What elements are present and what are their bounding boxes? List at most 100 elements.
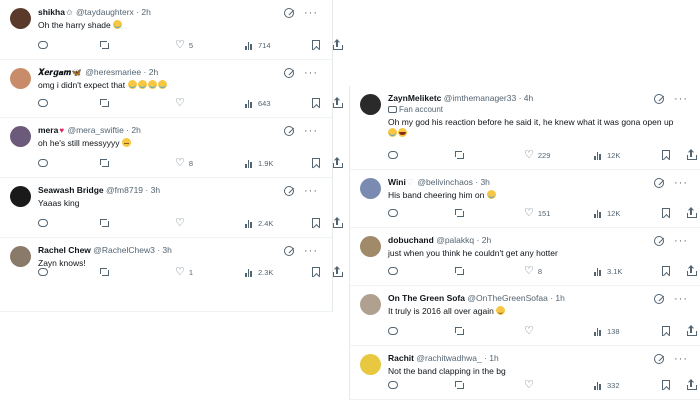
timestamp[interactable]: 1h xyxy=(489,353,498,363)
more-options-icon[interactable]: ··· xyxy=(304,8,318,19)
author-name[interactable]: Seawash Bridge xyxy=(38,185,104,195)
share-button[interactable] xyxy=(686,207,697,219)
author-handle[interactable]: @belivinchaos xyxy=(417,177,472,187)
reply-button[interactable] xyxy=(388,207,398,219)
retweet-button[interactable] xyxy=(454,325,465,337)
views-button[interactable]: 12K xyxy=(594,207,620,219)
bookmark-button[interactable] xyxy=(312,217,320,229)
reply-tweet[interactable]: dobuchand @palakkq · 2h ··· just when you … xyxy=(350,228,700,286)
views-button[interactable]: 3.1K xyxy=(594,265,622,277)
timestamp[interactable]: 4h xyxy=(524,93,533,103)
views-button[interactable]: 138 xyxy=(594,325,620,337)
avatar[interactable] xyxy=(10,126,31,147)
author-handle[interactable]: @palakkq xyxy=(436,235,474,245)
author-name[interactable]: Rachit xyxy=(388,353,414,363)
avatar[interactable] xyxy=(10,186,31,207)
views-button[interactable]: 643 xyxy=(245,97,271,109)
like-button[interactable]: ♡ 5 xyxy=(175,39,193,51)
avatar[interactable] xyxy=(360,294,381,315)
share-button[interactable] xyxy=(686,379,697,391)
author-handle[interactable]: @heresmariee xyxy=(85,67,141,77)
reply-tweet[interactable]: ZaynMeliketc @imthemanager33 · 4h ··· Fan … xyxy=(350,86,700,170)
like-button[interactable]: ♡ xyxy=(524,325,534,337)
retweet-button[interactable] xyxy=(99,39,110,51)
like-button[interactable]: ♡ 229 xyxy=(524,149,550,161)
author-name[interactable]: dobuchand xyxy=(388,235,434,245)
avatar[interactable] xyxy=(10,68,31,89)
author-handle[interactable]: @imthemanager33 xyxy=(444,93,516,103)
like-button[interactable]: ♡ 1 xyxy=(175,266,193,278)
author-handle[interactable]: @mera_swiftie xyxy=(67,125,123,135)
reply-button[interactable] xyxy=(388,325,398,337)
timestamp[interactable]: 2h xyxy=(482,235,491,245)
reply-button[interactable] xyxy=(388,265,398,277)
timestamp[interactable]: 3h xyxy=(480,177,489,187)
author-handle[interactable]: @RachelChew3 xyxy=(93,245,155,255)
reply-button[interactable] xyxy=(388,379,398,391)
like-button[interactable]: ♡ 151 xyxy=(524,207,550,219)
author-name[interactable]: 𝑿𝒆𝒓𝒈𝒂𝒎 xyxy=(38,67,71,77)
timestamp[interactable]: 3h xyxy=(162,245,171,255)
timestamp[interactable]: 2h xyxy=(141,7,150,17)
retweet-button[interactable] xyxy=(99,266,110,278)
reply-tweet[interactable]: mera♥ @mera_swiftie · 2h ··· oh he's still… xyxy=(0,118,343,178)
author-name[interactable]: shikha xyxy=(38,7,65,17)
share-button[interactable] xyxy=(332,157,343,169)
grok-icon[interactable] xyxy=(654,94,664,104)
bookmark-button[interactable] xyxy=(662,265,670,277)
share-button[interactable] xyxy=(332,266,343,278)
more-options-icon[interactable]: ··· xyxy=(304,246,318,257)
reply-tweet[interactable]: Rachel Chew @RachelChew3 · 3h ··· Zayn kno… xyxy=(0,238,343,312)
timestamp[interactable]: 3h xyxy=(151,185,160,195)
bookmark-button[interactable] xyxy=(662,325,670,337)
share-button[interactable] xyxy=(686,325,697,337)
bookmark-button[interactable] xyxy=(662,149,670,161)
reply-tweet[interactable]: On The Green Sofa @OnTheGreenSofaa · 1h ·… xyxy=(350,286,700,346)
views-button[interactable]: 12K xyxy=(594,149,620,161)
author-name[interactable]: ZaynMeliketc xyxy=(388,93,441,103)
share-button[interactable] xyxy=(332,217,343,229)
grok-icon[interactable] xyxy=(654,294,664,304)
reply-button[interactable] xyxy=(38,39,48,51)
grok-icon[interactable] xyxy=(284,126,294,136)
grok-icon[interactable] xyxy=(284,186,294,196)
views-button[interactable]: 2.4K xyxy=(245,217,273,229)
author-handle[interactable]: @rachitwadhwa_ xyxy=(416,353,481,363)
share-button[interactable] xyxy=(686,149,697,161)
reply-tweet[interactable]: 𝑿𝒆𝒓𝒈𝒂𝒎🦋 @heresmariee · 2h ··· omg i didn't… xyxy=(0,60,343,118)
views-button[interactable]: 332 xyxy=(594,379,620,391)
retweet-button[interactable] xyxy=(454,149,465,161)
retweet-button[interactable] xyxy=(99,157,110,169)
reply-tweet[interactable]: shikha✩ @taydaughterx · 2h ··· Oh the harr… xyxy=(0,0,343,60)
timestamp[interactable]: 2h xyxy=(149,67,158,77)
more-options-icon[interactable]: ··· xyxy=(304,126,318,137)
like-button[interactable]: ♡ 8 xyxy=(175,157,193,169)
retweet-button[interactable] xyxy=(454,207,465,219)
reply-button[interactable] xyxy=(38,266,48,278)
author-name[interactable]: Wini xyxy=(388,177,406,187)
reply-button[interactable] xyxy=(38,157,48,169)
more-options-icon[interactable]: ··· xyxy=(304,68,318,79)
grok-icon[interactable] xyxy=(654,354,664,364)
views-button[interactable]: 714 xyxy=(245,39,271,51)
bookmark-button[interactable] xyxy=(312,39,320,51)
share-button[interactable] xyxy=(332,39,343,51)
retweet-button[interactable] xyxy=(99,217,110,229)
avatar[interactable] xyxy=(10,246,31,267)
grok-icon[interactable] xyxy=(654,236,664,246)
grok-icon[interactable] xyxy=(284,68,294,78)
reply-tweet[interactable]: Seawash Bridge @fm8719 · 3h ··· Yaaas king… xyxy=(0,178,343,238)
like-button[interactable]: ♡ 8 xyxy=(524,265,542,277)
reply-tweet[interactable]: Rachit @rachitwadhwa_ · 1h ··· Not the ban… xyxy=(350,346,700,400)
share-button[interactable] xyxy=(332,97,343,109)
reply-button[interactable] xyxy=(38,217,48,229)
bookmark-button[interactable] xyxy=(312,97,320,109)
more-options-icon[interactable]: ··· xyxy=(674,178,688,189)
more-options-icon[interactable]: ··· xyxy=(674,236,688,247)
grok-icon[interactable] xyxy=(284,246,294,256)
avatar[interactable] xyxy=(360,236,381,257)
avatar[interactable] xyxy=(360,94,381,115)
timestamp[interactable]: 1h xyxy=(555,293,564,303)
views-button[interactable]: 1.9K xyxy=(245,157,273,169)
bookmark-button[interactable] xyxy=(662,207,670,219)
